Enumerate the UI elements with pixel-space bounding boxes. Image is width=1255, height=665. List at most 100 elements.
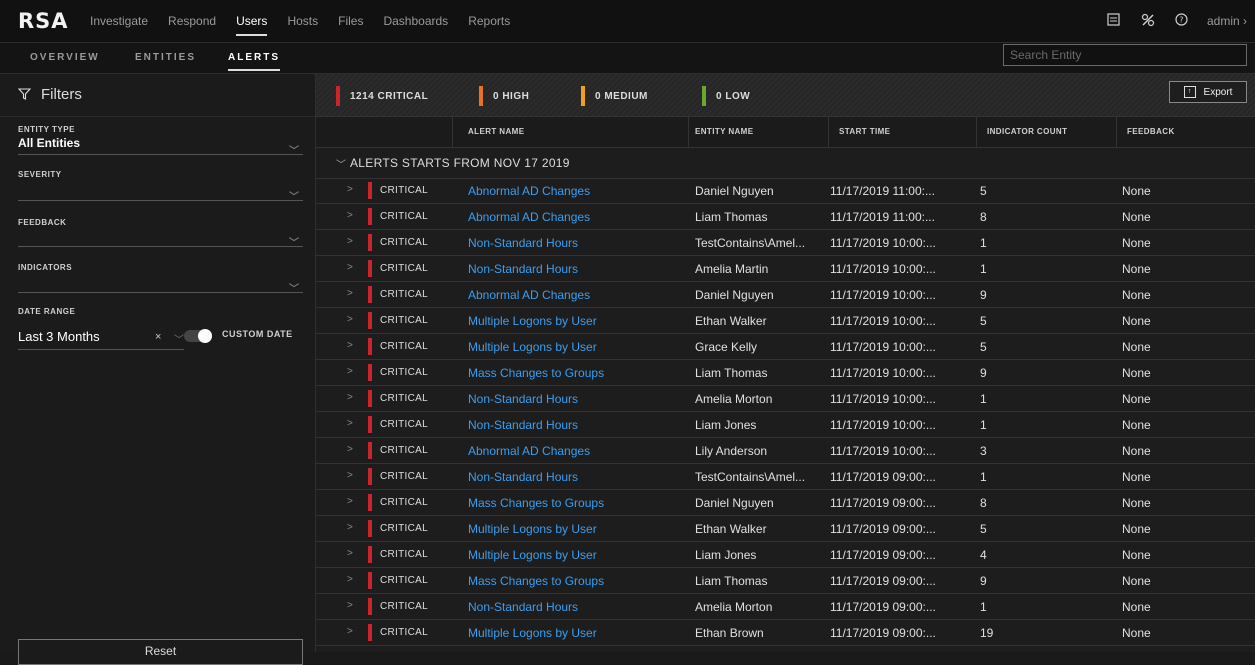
rsa-logo[interactable]: RSA <box>18 9 69 33</box>
chevron-right-icon[interactable]: > <box>347 366 353 377</box>
severity-critical[interactable]: 1214 CRITICAL <box>336 86 428 106</box>
table-row[interactable]: > CRITICAL Non-Standard Hours TestContains\… <box>316 230 1255 256</box>
table-row[interactable]: > CRITICAL Abnormal AD Changes Daniel Nguye… <box>316 178 1255 204</box>
alert-name-link[interactable]: Multiple Logons by User <box>468 548 597 562</box>
feedback-select[interactable]: ﹀ <box>18 228 303 249</box>
severity-high[interactable]: 0 HIGH <box>479 86 529 106</box>
chevron-right-icon[interactable]: > <box>347 210 353 221</box>
column-indicator-count[interactable]: INDICATOR COUNT <box>987 127 1067 136</box>
chevron-right-icon[interactable]: > <box>347 496 353 507</box>
nav-investigate[interactable]: Investigate <box>90 0 148 42</box>
help-icon[interactable]: ? <box>1165 13 1199 29</box>
indicators-select[interactable]: ﹀ <box>18 274 303 295</box>
table-row[interactable]: > CRITICAL Non-Standard Hours Liam Jones 11/… <box>316 412 1255 438</box>
alert-name-link[interactable]: Abnormal AD Changes <box>468 184 590 198</box>
alert-name-link[interactable]: Multiple Logons by User <box>468 626 597 640</box>
chevron-right-icon[interactable]: > <box>347 626 353 637</box>
table-row[interactable]: > CRITICAL Abnormal AD Changes Lily Anderso… <box>316 438 1255 464</box>
alert-name-link[interactable]: Non-Standard Hours <box>468 418 578 432</box>
alert-name-link[interactable]: Mass Changes to Groups <box>468 574 604 588</box>
alert-name-link[interactable]: Non-Standard Hours <box>468 392 578 406</box>
clear-icon[interactable]: × <box>155 331 161 343</box>
severity-cell: CRITICAL <box>380 575 428 586</box>
alert-name-link[interactable]: Non-Standard Hours <box>468 262 578 276</box>
reset-button[interactable]: Reset <box>18 639 303 665</box>
table-row[interactable]: > CRITICAL Non-Standard Hours TestContains\… <box>316 464 1255 490</box>
table-row[interactable]: > CRITICAL Mass Changes to Groups Daniel Ng… <box>316 490 1255 516</box>
nav-files[interactable]: Files <box>338 0 363 42</box>
severity-select[interactable]: ﹀ <box>18 182 303 203</box>
alert-name-link[interactable]: Multiple Logons by User <box>468 340 597 354</box>
nav-respond[interactable]: Respond <box>168 0 216 42</box>
alert-name-link[interactable]: Multiple Logons by User <box>468 314 597 328</box>
indicator-count-cell: 8 <box>980 210 987 224</box>
alert-name-link[interactable]: Abnormal AD Changes <box>468 444 590 458</box>
alert-group-header[interactable]: ﹀ ALERTS STARTS FROM NOV 17 2019 <box>316 148 1255 179</box>
nav-hosts[interactable]: Hosts <box>287 0 318 42</box>
column-entity-name[interactable]: ENTITY NAME <box>695 127 753 136</box>
column-feedback[interactable]: FEEDBACK <box>1127 127 1175 136</box>
column-alert-name[interactable]: ALERT NAME <box>468 127 524 136</box>
table-row[interactable]: > CRITICAL Abnormal AD Changes Liam Thomas 1… <box>316 204 1255 230</box>
chevron-right-icon[interactable]: > <box>347 522 353 533</box>
alert-name-link[interactable]: Non-Standard Hours <box>468 236 578 250</box>
table-row[interactable]: > CRITICAL Abnormal AD Changes Daniel Nguye… <box>316 282 1255 308</box>
chevron-right-icon[interactable]: > <box>347 314 353 325</box>
column-start-time[interactable]: START TIME <box>839 127 890 136</box>
custom-date-toggle[interactable] <box>184 329 212 343</box>
chevron-right-icon[interactable]: > <box>347 444 353 455</box>
severity-medium-label: 0 MEDIUM <box>595 90 648 102</box>
tab-overview[interactable]: OVERVIEW <box>30 52 100 63</box>
tab-alerts[interactable]: ALERTS <box>228 52 280 71</box>
search-entity-input[interactable] <box>1003 44 1247 66</box>
chevron-right-icon[interactable]: > <box>347 470 353 481</box>
severity-color-bar <box>368 572 372 589</box>
user-menu[interactable]: admin › <box>1207 14 1247 28</box>
date-range-select[interactable]: Last 3 Months × ﹀ <box>18 329 184 350</box>
start-time-cell: 11/17/2019 09:00:... <box>830 496 936 510</box>
notes-icon[interactable] <box>1097 13 1131 29</box>
top-navigation-bar: RSA Investigate Respond Users Hosts File… <box>0 0 1255 43</box>
tools-icon[interactable] <box>1131 13 1165 30</box>
chevron-right-icon[interactable]: > <box>347 392 353 403</box>
chevron-right-icon[interactable]: > <box>347 548 353 559</box>
table-row[interactable]: > CRITICAL Mass Changes to Groups Liam Thom… <box>316 568 1255 594</box>
start-time-cell: 11/17/2019 09:00:... <box>830 626 936 640</box>
nav-users[interactable]: Users <box>236 0 268 42</box>
nav-reports[interactable]: Reports <box>468 0 510 42</box>
severity-medium[interactable]: 0 MEDIUM <box>581 86 648 106</box>
chevron-right-icon[interactable]: > <box>347 262 353 273</box>
table-row[interactable]: > CRITICAL Non-Standard Hours Amelia Morton… <box>316 386 1255 412</box>
alert-name-link[interactable]: Mass Changes to Groups <box>468 366 604 380</box>
chevron-right-icon[interactable]: > <box>347 600 353 611</box>
table-row[interactable]: > CRITICAL Non-Standard Hours Amelia Morton… <box>316 594 1255 620</box>
chevron-right-icon[interactable]: > <box>347 574 353 585</box>
chevron-right-icon[interactable]: > <box>347 340 353 351</box>
table-row[interactable]: > CRITICAL Multiple Logons by User Liam Jon… <box>316 542 1255 568</box>
table-row[interactable]: > CRITICAL Mass Changes to Groups Liam Thom… <box>316 360 1255 386</box>
custom-date-label: CUSTOM DATE <box>222 329 293 339</box>
nav-dashboards[interactable]: Dashboards <box>383 0 448 42</box>
table-row[interactable]: > CRITICAL Multiple Logons by User Ethan Wa… <box>316 308 1255 334</box>
alert-name-link[interactable]: Abnormal AD Changes <box>468 288 590 302</box>
entity-type-label: ENTITY TYPE <box>18 125 75 134</box>
table-row[interactable]: > CRITICAL Multiple Logons by User Grace Ke… <box>316 334 1255 360</box>
chevron-right-icon[interactable]: > <box>347 418 353 429</box>
chevron-right-icon[interactable]: > <box>347 236 353 247</box>
severity-low[interactable]: 0 LOW <box>702 86 750 106</box>
entity-name-cell: Amelia Morton <box>695 600 773 614</box>
chevron-right-icon[interactable]: > <box>347 184 353 195</box>
alert-name-link[interactable]: Multiple Logons by User <box>468 522 597 536</box>
alert-name-link[interactable]: Non-Standard Hours <box>468 470 578 484</box>
table-row[interactable]: > CRITICAL Multiple Logons by User Ethan Br… <box>316 620 1255 646</box>
table-row[interactable]: > CRITICAL Multiple Logons by User Ethan Wa… <box>316 516 1255 542</box>
entity-type-select[interactable]: All Entities ﹀ <box>18 136 303 157</box>
alert-name-link[interactable]: Non-Standard Hours <box>468 600 578 614</box>
alert-name-link[interactable]: Abnormal AD Changes <box>468 210 590 224</box>
table-row[interactable]: > CRITICAL Non-Standard Hours Amelia Martin… <box>316 256 1255 282</box>
chevron-right-icon[interactable]: > <box>347 288 353 299</box>
tab-entities[interactable]: ENTITIES <box>135 52 196 63</box>
severity-color-bar <box>368 182 372 199</box>
export-button[interactable]: ↑ Export <box>1169 81 1247 103</box>
alert-name-link[interactable]: Mass Changes to Groups <box>468 496 604 510</box>
